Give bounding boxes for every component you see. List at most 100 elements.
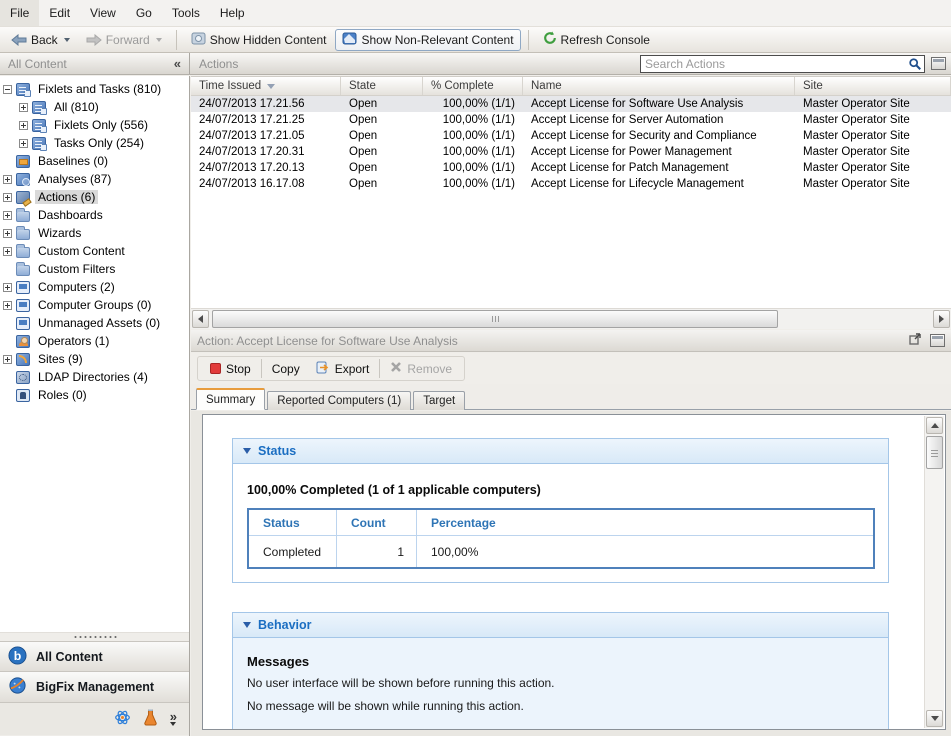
export-button[interactable]: Export bbox=[308, 359, 378, 379]
menu-view[interactable]: View bbox=[80, 0, 126, 26]
action-row[interactable]: 24/07/2013 17.20.31 Open 100,00% (1/1) A… bbox=[191, 144, 951, 160]
collapse-expander-icon[interactable] bbox=[3, 85, 12, 94]
domain-label: BigFix Management bbox=[36, 680, 154, 694]
remove-label: Remove bbox=[407, 362, 452, 376]
status-section-header[interactable]: Status bbox=[233, 439, 888, 464]
tab-target[interactable]: Target bbox=[413, 391, 465, 410]
forward-button[interactable]: Forward bbox=[79, 30, 169, 50]
tree-item-tasks-only[interactable]: Tasks Only (254) bbox=[0, 134, 189, 152]
computer-icon bbox=[16, 281, 30, 294]
cell-complete: 100,00% (1/1) bbox=[423, 144, 523, 160]
tree-item-dashboards[interactable]: Dashboards bbox=[0, 206, 189, 224]
spacer bbox=[3, 265, 12, 274]
expand-expander-icon[interactable] bbox=[3, 283, 12, 292]
horizontal-scrollbar[interactable] bbox=[191, 308, 951, 329]
sort-desc-icon bbox=[267, 84, 275, 89]
expand-expander-icon[interactable] bbox=[3, 301, 12, 310]
expand-expander-icon[interactable] bbox=[3, 175, 12, 184]
action-row[interactable]: 24/07/2013 17.21.56 Open 100,00% (1/1) A… bbox=[191, 96, 951, 112]
column-header-site[interactable]: Site bbox=[795, 77, 951, 95]
search-icon[interactable] bbox=[908, 57, 922, 74]
bigfix-globe-icon bbox=[8, 676, 27, 698]
refresh-console-button[interactable]: Refresh Console bbox=[536, 28, 657, 51]
tree-item-computer-groups[interactable]: Computer Groups (0) bbox=[0, 296, 189, 314]
stop-button[interactable]: Stop bbox=[202, 360, 259, 378]
expand-expander-icon[interactable] bbox=[3, 355, 12, 364]
search-input[interactable] bbox=[640, 55, 925, 73]
expand-expander-icon[interactable] bbox=[19, 103, 28, 112]
maximize-panel-icon[interactable] bbox=[930, 334, 945, 347]
tab-reported-computers[interactable]: Reported Computers (1) bbox=[267, 391, 411, 410]
domain-all-content-button[interactable]: b All Content bbox=[0, 641, 189, 671]
scrollbar-thumb[interactable] bbox=[212, 310, 778, 328]
column-header-state[interactable]: State bbox=[341, 77, 423, 95]
scroll-down-button[interactable] bbox=[926, 710, 943, 727]
action-row[interactable]: 24/07/2013 17.21.05 Open 100,00% (1/1) A… bbox=[191, 128, 951, 144]
expand-expander-icon[interactable] bbox=[3, 229, 12, 238]
tree-item-ldap-directories[interactable]: LDAP Directories (4) bbox=[0, 368, 189, 386]
scroll-left-button[interactable] bbox=[192, 310, 209, 328]
more-domains-button[interactable]: » bbox=[170, 712, 177, 726]
tree-item-all[interactable]: All (810) bbox=[0, 98, 189, 116]
maximize-list-button[interactable] bbox=[931, 57, 946, 70]
scrollbar-thumb[interactable] bbox=[926, 436, 943, 469]
action-row[interactable]: 24/07/2013 17.20.13 Open 100,00% (1/1) A… bbox=[191, 160, 951, 176]
expand-expander-icon[interactable] bbox=[19, 139, 28, 148]
chevron-down-icon bbox=[170, 722, 176, 726]
behavior-message-line: No user interface will be shown before r… bbox=[247, 676, 875, 690]
atom-icon[interactable] bbox=[114, 709, 131, 729]
copy-label: Copy bbox=[272, 362, 300, 376]
copy-button[interactable]: Copy bbox=[264, 360, 308, 378]
domain-bigfix-management-button[interactable]: BigFix Management bbox=[0, 671, 189, 702]
tab-summary[interactable]: Summary bbox=[196, 388, 265, 410]
scroll-up-button[interactable] bbox=[926, 417, 943, 434]
menu-go[interactable]: Go bbox=[126, 0, 162, 26]
cell-name: Accept License for Software Use Analysis bbox=[523, 96, 795, 112]
expand-expander-icon[interactable] bbox=[19, 121, 28, 130]
stop-label: Stop bbox=[226, 362, 251, 376]
unmanaged-asset-icon bbox=[16, 317, 30, 330]
menu-help[interactable]: Help bbox=[210, 0, 255, 26]
action-row[interactable]: 24/07/2013 17.21.25 Open 100,00% (1/1) A… bbox=[191, 112, 951, 128]
tree-item-fixlets-only[interactable]: Fixlets Only (556) bbox=[0, 116, 189, 134]
column-header-name[interactable]: Name bbox=[523, 77, 795, 95]
flask-icon[interactable] bbox=[143, 709, 158, 729]
tree-item-operators[interactable]: Operators (1) bbox=[0, 332, 189, 350]
column-header-time-issued[interactable]: Time Issued bbox=[191, 77, 341, 95]
tree-item-sites[interactable]: Sites (9) bbox=[0, 350, 189, 368]
tree-item-label: Fixlets Only (556) bbox=[51, 118, 151, 132]
tree-item-unmanaged-assets[interactable]: Unmanaged Assets (0) bbox=[0, 314, 189, 332]
detail-title-bar: Action: Accept License for Software Use … bbox=[191, 330, 951, 352]
expand-expander-icon[interactable] bbox=[3, 193, 12, 202]
tree-item-actions[interactable]: Actions (6) bbox=[0, 188, 189, 206]
tree-item-custom-content[interactable]: Custom Content bbox=[0, 242, 189, 260]
forward-dropdown-icon[interactable] bbox=[156, 38, 162, 42]
scroll-right-button[interactable] bbox=[933, 310, 950, 328]
expand-expander-icon[interactable] bbox=[3, 211, 12, 220]
splitter-handle[interactable] bbox=[73, 635, 117, 639]
tree-item-roles[interactable]: Roles (0) bbox=[0, 386, 189, 404]
behavior-section-header[interactable]: Behavior bbox=[233, 613, 888, 638]
action-row[interactable]: 24/07/2013 16.17.08 Open 100,00% (1/1) A… bbox=[191, 176, 951, 192]
tree-item-custom-filters[interactable]: Custom Filters bbox=[0, 260, 189, 278]
menu-edit[interactable]: Edit bbox=[39, 0, 80, 26]
tree-item-analyses[interactable]: Analyses (87) bbox=[0, 170, 189, 188]
tree-item-fixlets-and-tasks[interactable]: Fixlets and Tasks (810) bbox=[0, 80, 189, 98]
vertical-scrollbar[interactable] bbox=[924, 416, 944, 728]
remove-button[interactable]: Remove bbox=[382, 359, 460, 378]
column-header-complete[interactable]: % Complete bbox=[423, 77, 523, 95]
list-panel-title: Actions bbox=[199, 57, 634, 71]
tree-item-baselines[interactable]: Baselines (0) bbox=[0, 152, 189, 170]
back-arrow-icon bbox=[11, 34, 27, 46]
menu-file[interactable]: File bbox=[0, 0, 39, 26]
tree-item-computers[interactable]: Computers (2) bbox=[0, 278, 189, 296]
tree-item-wizards[interactable]: Wizards bbox=[0, 224, 189, 242]
show-hidden-content-button[interactable]: Show Hidden Content bbox=[184, 29, 334, 51]
menu-tools[interactable]: Tools bbox=[162, 0, 210, 26]
expand-expander-icon[interactable] bbox=[3, 247, 12, 256]
detach-panel-icon[interactable] bbox=[909, 333, 922, 348]
back-dropdown-icon[interactable] bbox=[64, 38, 70, 42]
back-button[interactable]: Back bbox=[4, 30, 77, 50]
show-nonrelevant-content-button[interactable]: Show Non-Relevant Content bbox=[335, 29, 520, 51]
collapse-sidebar-button[interactable]: « bbox=[174, 56, 181, 71]
